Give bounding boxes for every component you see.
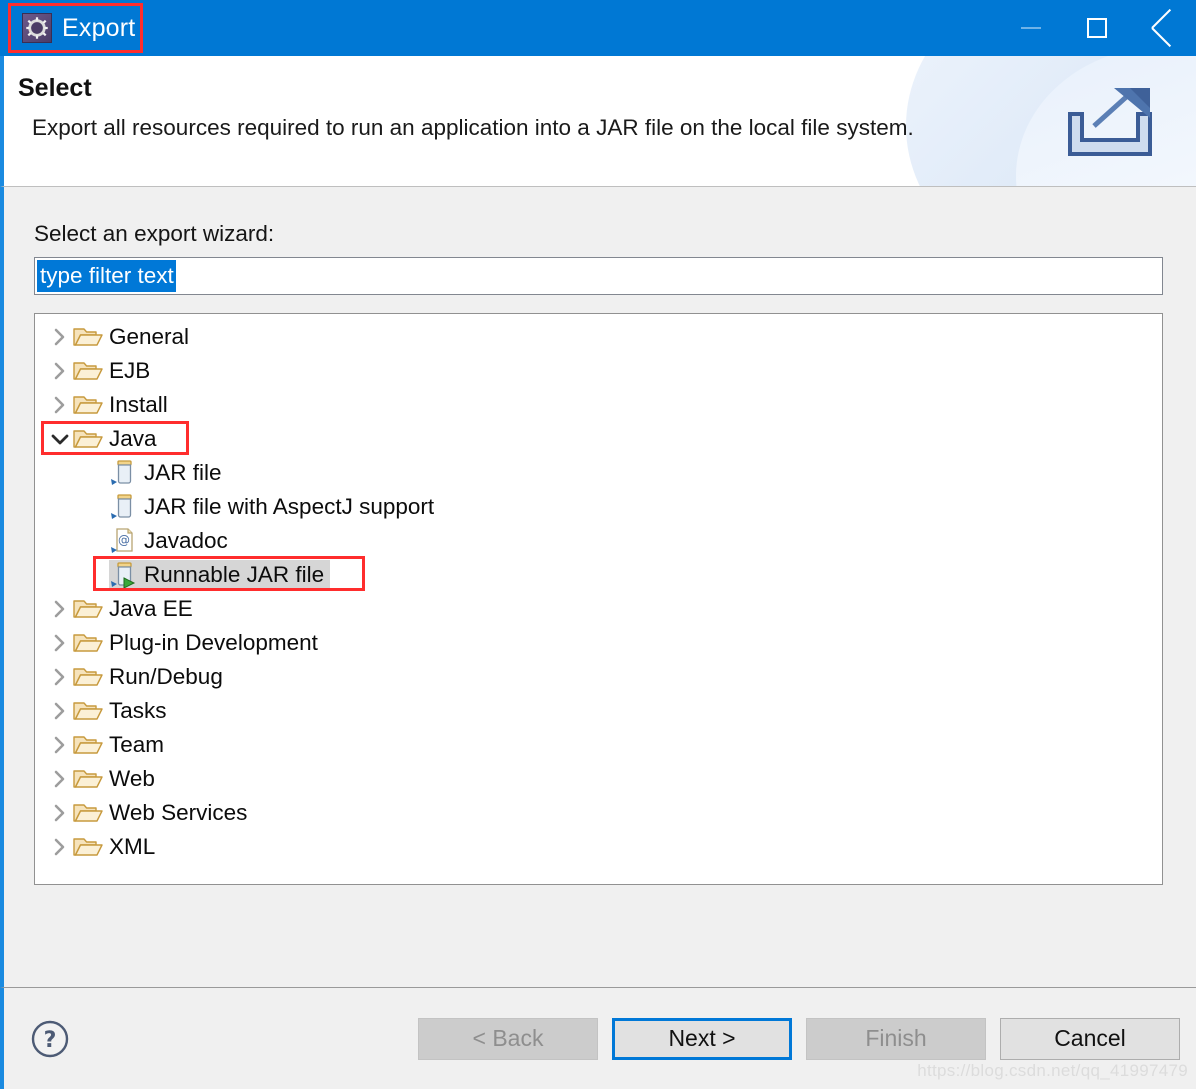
- chevron-right-icon[interactable]: [47, 736, 73, 754]
- chevron-down-icon[interactable]: [47, 432, 73, 446]
- tree-item-run-debug[interactable]: Run/Debug: [35, 660, 1162, 694]
- svg-text:?: ?: [44, 1028, 57, 1053]
- tree-item-label: XML: [109, 834, 156, 859]
- tree-item-tasks[interactable]: Tasks: [35, 694, 1162, 728]
- chevron-right-icon[interactable]: [47, 804, 73, 822]
- chevron-right-icon[interactable]: [47, 328, 73, 346]
- folder-icon: [73, 427, 103, 451]
- tree-item-label: Tasks: [109, 698, 167, 723]
- chevron-right-icon[interactable]: [47, 668, 73, 686]
- tree-item-java[interactable]: Java: [35, 421, 1162, 456]
- dialog-body: Select an export wizard: type filter tex…: [0, 187, 1196, 987]
- filter-input[interactable]: type filter text: [34, 257, 1163, 295]
- folder-icon: [73, 325, 103, 349]
- tree-item-label: JAR file with AspectJ support: [144, 494, 435, 519]
- tree-item-jar-file-aspectj[interactable]: JAR file with AspectJ support: [35, 490, 1162, 524]
- tree-item-label: General: [109, 324, 190, 349]
- tree-item-jar-file[interactable]: JAR file: [35, 456, 1162, 490]
- page-description: Export all resources required to run an …: [32, 115, 914, 140]
- folder-icon: [73, 597, 103, 621]
- cancel-button[interactable]: Cancel: [1000, 1017, 1180, 1060]
- tree-item-install[interactable]: Install: [35, 388, 1162, 422]
- export-wizard-icon: [1068, 88, 1152, 156]
- tree-item-ejb[interactable]: EJB: [35, 354, 1162, 388]
- chevron-right-icon[interactable]: [47, 600, 73, 618]
- tree-item-label: JAR file: [144, 460, 222, 485]
- folder-icon: [73, 835, 103, 859]
- back-button[interactable]: < Back: [418, 1017, 598, 1060]
- runnable-jar-icon: [109, 561, 139, 589]
- tree-item-label: Install: [109, 392, 168, 417]
- maximize-icon: [1087, 18, 1107, 38]
- folder-icon: [73, 359, 103, 383]
- maximize-button[interactable]: [1064, 0, 1130, 56]
- tree-item-label: Javadoc: [144, 528, 228, 553]
- watermark: https://blog.csdn.net/qq_41997479: [917, 1061, 1188, 1080]
- tree-item-label: Team: [109, 732, 165, 757]
- tree-item-xml[interactable]: XML: [35, 830, 1162, 864]
- chevron-right-icon[interactable]: [47, 770, 73, 788]
- folder-icon: [73, 767, 103, 791]
- chevron-right-icon[interactable]: [47, 396, 73, 414]
- folder-icon: [73, 801, 103, 825]
- export-wizard-dialog: Export Select Export all resources requi…: [0, 0, 1196, 1089]
- folder-icon: [73, 631, 103, 655]
- field-label: Select an export wizard:: [34, 221, 275, 246]
- window-controls: [998, 0, 1196, 56]
- export-wizard-tree[interactable]: General EJB Install Java JAR file JAR fi…: [34, 313, 1163, 885]
- tree-item-label: EJB: [109, 358, 151, 383]
- chevron-right-icon[interactable]: [47, 362, 73, 380]
- tree-item-label: Java: [109, 426, 157, 451]
- chevron-right-icon[interactable]: [47, 634, 73, 652]
- tree-item-web-services[interactable]: Web Services: [35, 796, 1162, 830]
- help-button[interactable]: ?: [30, 1019, 70, 1059]
- tree-item-javadoc[interactable]: @ Javadoc: [35, 524, 1162, 558]
- tree-item-label: Runnable JAR file: [144, 562, 325, 587]
- tree-item-web[interactable]: Web: [35, 762, 1162, 796]
- folder-icon: [73, 665, 103, 689]
- tree-item-runnable-jar-file[interactable]: Runnable JAR file: [35, 556, 1162, 592]
- svg-text:@: @: [118, 533, 130, 547]
- folder-icon: [73, 733, 103, 757]
- folder-icon: [73, 393, 103, 417]
- minimize-button[interactable]: [998, 0, 1064, 56]
- jar-icon: [109, 459, 139, 487]
- close-button[interactable]: [1130, 0, 1196, 56]
- tree-item-label: Plug-in Development: [109, 630, 318, 655]
- wizard-buttons: < Back Next > Finish Cancel: [418, 1017, 1180, 1060]
- gear-icon: [22, 13, 52, 43]
- minimize-icon: [1021, 27, 1041, 29]
- tree-item-label: Web: [109, 766, 155, 791]
- page-title: Select: [18, 74, 92, 102]
- button-bar: ? < Back Next > Finish Cancel https://bl…: [0, 987, 1196, 1089]
- folder-icon: [73, 699, 103, 723]
- filter-input-value[interactable]: type filter text: [37, 260, 176, 292]
- chevron-right-icon[interactable]: [47, 838, 73, 856]
- close-icon: [1152, 17, 1174, 39]
- title-area: Export: [22, 5, 149, 51]
- wizard-banner: Select Export all resources required to …: [0, 56, 1196, 187]
- next-button[interactable]: Next >: [612, 1017, 792, 1060]
- title-bar: Export: [0, 0, 1196, 56]
- window-title: Export: [62, 13, 136, 42]
- tree-item-label: Run/Debug: [109, 664, 223, 689]
- javadoc-icon: @: [109, 527, 139, 555]
- finish-button[interactable]: Finish: [806, 1017, 986, 1060]
- tree-item-team[interactable]: Team: [35, 728, 1162, 762]
- tree-item-label: Java EE: [109, 596, 193, 621]
- jar-icon: [109, 493, 139, 521]
- chevron-right-icon[interactable]: [47, 702, 73, 720]
- tree-item-label: Web Services: [109, 800, 248, 825]
- tree-item-java-ee[interactable]: Java EE: [35, 592, 1162, 626]
- tree-item-plugin-development[interactable]: Plug-in Development: [35, 626, 1162, 660]
- help-icon: ?: [31, 1020, 69, 1057]
- tree-item-general[interactable]: General: [35, 320, 1162, 354]
